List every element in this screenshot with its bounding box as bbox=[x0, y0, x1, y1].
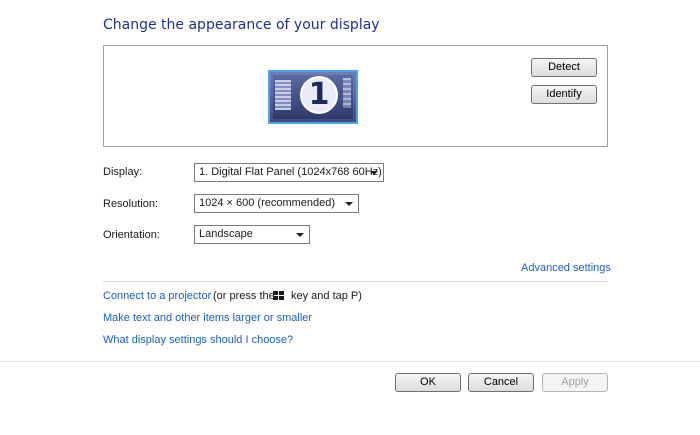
advanced-settings-link[interactable]: Advanced settings bbox=[521, 262, 611, 274]
display-select-value: 1. Digital Flat Panel (1024x768 60Hz) bbox=[199, 166, 382, 178]
footer-divider bbox=[0, 361, 700, 362]
cancel-button[interactable]: Cancel bbox=[468, 373, 534, 392]
orientation-select-value: Landscape bbox=[199, 228, 253, 240]
projector-hint-prefix: (or press the bbox=[213, 290, 275, 302]
monitor-number: 1 bbox=[300, 76, 338, 114]
display-settings-help-link[interactable]: What display settings should I choose? bbox=[103, 334, 293, 346]
text-size-link[interactable]: Make text and other items larger or smal… bbox=[103, 312, 312, 324]
display-select[interactable]: 1. Digital Flat Panel (1024x768 60Hz) bbox=[194, 163, 384, 182]
projector-hint-suffix: key and tap P) bbox=[291, 290, 362, 302]
monitor-icon[interactable]: 1 bbox=[268, 70, 358, 124]
display-label: Display: bbox=[103, 166, 143, 178]
dropdown-arrow-icon bbox=[296, 233, 304, 237]
ok-button[interactable]: OK bbox=[395, 373, 461, 392]
apply-button[interactable]: Apply bbox=[542, 373, 608, 392]
dropdown-arrow-icon bbox=[345, 202, 353, 206]
orientation-select[interactable]: Landscape bbox=[194, 225, 310, 244]
identify-button[interactable]: Identify bbox=[531, 85, 597, 104]
resolution-select[interactable]: 1024 × 600 (recommended) bbox=[194, 194, 359, 213]
resolution-label: Resolution: bbox=[103, 198, 159, 210]
orientation-label: Orientation: bbox=[103, 229, 160, 241]
resolution-select-value: 1024 × 600 (recommended) bbox=[199, 197, 336, 209]
display-preview-panel: 1 Detect Identify bbox=[103, 45, 608, 147]
connect-projector-link[interactable]: Connect to a projector bbox=[103, 290, 211, 302]
dropdown-arrow-icon bbox=[370, 171, 378, 175]
detect-button[interactable]: Detect bbox=[531, 58, 597, 77]
windows-key-icon bbox=[273, 291, 285, 301]
divider bbox=[103, 281, 608, 282]
page-title: Change the appearance of your display bbox=[103, 17, 380, 33]
